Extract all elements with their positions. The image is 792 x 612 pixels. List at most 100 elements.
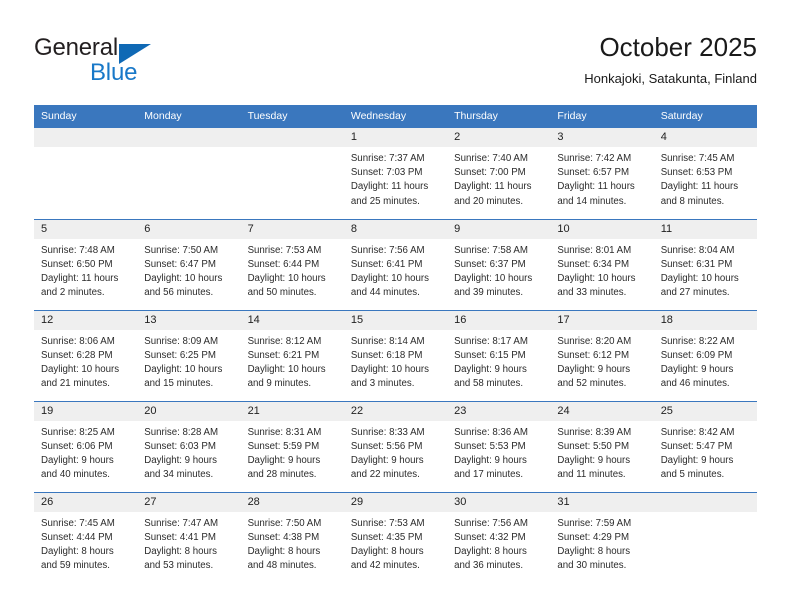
daylight-line-2: and 58 minutes. bbox=[454, 378, 524, 390]
daylight-line-1: Daylight: 11 hours bbox=[41, 272, 119, 284]
sunrise-line: Sunrise: 7:48 AM bbox=[41, 244, 115, 256]
weekday-header-tuesday: Tuesday bbox=[240, 105, 344, 128]
calendar-day-cell[interactable]: 21 Sunrise: 8:31 AM Sunset: 5:59 PM Dayligh… bbox=[240, 400, 344, 492]
calendar-day-cell[interactable]: 1 Sunrise: 7:37 AM Sunset: 7:03 PM Daylight… bbox=[343, 128, 448, 219]
calendar-day-cell[interactable]: 6 Sunrise: 7:50 AM Sunset: 6:47 PM Daylight… bbox=[137, 218, 241, 310]
day-details: Sunrise: 7:48 AM Sunset: 6:50 PM Daylight:… bbox=[34, 239, 137, 301]
calendar-day-cell[interactable]: 14 Sunrise: 8:12 AM Sunset: 6:21 PM Dayligh… bbox=[240, 309, 344, 401]
daylight-line-2: and 44 minutes. bbox=[350, 287, 420, 299]
daylight-line-1: Daylight: 9 hours bbox=[454, 363, 527, 375]
day-cell-inner: 7 Sunrise: 7:53 AM Sunset: 6:44 PM Daylight… bbox=[240, 219, 344, 310]
day-number: 3 bbox=[550, 128, 654, 147]
calendar-day-cell[interactable]: 5 Sunrise: 7:48 AM Sunset: 6:50 PM Daylight… bbox=[34, 218, 138, 310]
general-blue-logo[interactable]: General Blue bbox=[34, 34, 234, 86]
calendar-day-cell[interactable]: 7 Sunrise: 7:53 AM Sunset: 6:44 PM Daylight… bbox=[240, 218, 344, 310]
day-cell-inner: 25 Sunrise: 8:42 AM Sunset: 5:47 PM Dayligh… bbox=[653, 401, 757, 492]
day-number bbox=[137, 128, 241, 147]
sunrise-line: Sunrise: 7:37 AM bbox=[350, 153, 425, 164]
day-cell-inner: 18 Sunrise: 8:22 AM Sunset: 6:09 PM Dayligh… bbox=[653, 310, 757, 401]
day-cell-inner: 11 Sunrise: 8:04 AM Sunset: 6:31 PM Dayligh… bbox=[653, 219, 757, 310]
day-number: 26 bbox=[34, 492, 138, 512]
calendar-day-cell[interactable]: 9 Sunrise: 7:58 AM Sunset: 6:37 PM Daylight… bbox=[447, 218, 551, 310]
calendar-day-cell[interactable]: 27 Sunrise: 7:47 AM Sunset: 4:41 PM Dayligh… bbox=[137, 491, 241, 583]
calendar-day-cell[interactable]: 24 Sunrise: 8:39 AM Sunset: 5:50 PM Dayligh… bbox=[550, 400, 654, 492]
daylight-line-1: Daylight: 8 hours bbox=[557, 545, 631, 557]
calendar-day-cell[interactable]: 29 Sunrise: 7:53 AM Sunset: 4:35 PM Dayligh… bbox=[343, 491, 448, 584]
calendar-day-cell[interactable]: 22 Sunrise: 8:33 AM Sunset: 5:56 PM Dayligh… bbox=[343, 400, 448, 492]
day-number: 4 bbox=[653, 128, 757, 147]
day-details: Sunrise: 8:20 AM Sunset: 6:12 PM Daylight:… bbox=[550, 330, 653, 392]
calendar-day-cell[interactable]: 31 Sunrise: 7:59 AM Sunset: 4:29 PM Dayligh… bbox=[550, 491, 654, 583]
calendar-day-cell[interactable]: 10 Sunrise: 8:01 AM Sunset: 6:34 PM Dayligh… bbox=[550, 218, 654, 310]
day-details: Sunrise: 7:45 AM Sunset: 6:53 PM Daylight:… bbox=[654, 147, 757, 209]
daylight-line-2: and 59 minutes. bbox=[41, 560, 110, 572]
day-number: 23 bbox=[447, 401, 551, 421]
sunrise-line: Sunrise: 7:56 AM bbox=[454, 517, 528, 529]
day-number bbox=[34, 128, 138, 147]
sunrise-line: Sunrise: 7:45 AM bbox=[660, 153, 735, 164]
calendar-day-cell[interactable]: 28 Sunrise: 7:50 AM Sunset: 4:38 PM Dayligh… bbox=[240, 491, 344, 583]
calendar-day-cell[interactable]: 26 Sunrise: 7:45 AM Sunset: 4:44 PM Dayligh… bbox=[34, 491, 138, 584]
sunrise-line: Sunrise: 8:20 AM bbox=[557, 335, 632, 347]
day-cell-inner: 13 Sunrise: 8:09 AM Sunset: 6:25 PM Dayligh… bbox=[137, 310, 241, 401]
calendar-day-cell[interactable]: 17 Sunrise: 8:20 AM Sunset: 6:12 PM Dayligh… bbox=[550, 309, 654, 401]
day-number bbox=[653, 492, 757, 512]
calendar-day-cell[interactable]: 12 Sunrise: 8:06 AM Sunset: 6:28 PM Dayligh… bbox=[34, 309, 138, 401]
calendar-day-cell[interactable]: 8 Sunrise: 7:56 AM Sunset: 6:41 PM Daylight… bbox=[343, 218, 448, 310]
sunrise-line: Sunrise: 8:25 AM bbox=[41, 426, 115, 438]
daylight-line-1: Daylight: 9 hours bbox=[247, 454, 321, 466]
calendar-day-cell[interactable]: 30 Sunrise: 7:56 AM Sunset: 4:32 PM Dayligh… bbox=[447, 491, 551, 583]
day-details: Sunrise: 8:09 AM Sunset: 6:25 PM Daylight:… bbox=[137, 330, 240, 392]
day-cell-inner bbox=[240, 128, 344, 219]
daylight-line-1: Daylight: 8 hours bbox=[454, 545, 527, 557]
daylight-line-2: and 34 minutes. bbox=[144, 469, 214, 481]
daylight-line-2: and 33 minutes. bbox=[557, 287, 627, 299]
calendar-week-row: 12 Sunrise: 8:06 AM Sunset: 6:28 PM Dayligh… bbox=[34, 309, 757, 401]
day-details: Sunrise: 8:14 AM Sunset: 6:18 PM Daylight:… bbox=[344, 330, 447, 392]
calendar-day-cell[interactable]: 13 Sunrise: 8:09 AM Sunset: 6:25 PM Dayligh… bbox=[137, 309, 241, 401]
title-block: October 2025 Honkajoki, Satakunta, Finla… bbox=[584, 32, 757, 87]
calendar-day-cell[interactable]: 2 Sunrise: 7:40 AM Sunset: 7:00 PM Daylight… bbox=[447, 128, 551, 219]
day-cell-inner bbox=[34, 128, 138, 219]
day-cell-inner: 29 Sunrise: 7:53 AM Sunset: 4:35 PM Dayligh… bbox=[343, 492, 448, 584]
calendar-day-cell[interactable]: 15 Sunrise: 8:14 AM Sunset: 6:18 PM Dayligh… bbox=[343, 309, 448, 401]
sunrise-line: Sunrise: 7:47 AM bbox=[144, 517, 219, 529]
daylight-line-2: and 15 minutes. bbox=[144, 378, 214, 390]
calendar-day-cell[interactable]: 3 Sunrise: 7:42 AM Sunset: 6:57 PM Daylight… bbox=[550, 128, 654, 219]
day-details: Sunrise: 8:42 AM Sunset: 5:47 PM Daylight:… bbox=[654, 421, 757, 483]
calendar-day-cell[interactable]: 25 Sunrise: 8:42 AM Sunset: 5:47 PM Dayligh… bbox=[653, 400, 757, 492]
sunrise-line: Sunrise: 8:36 AM bbox=[454, 426, 528, 438]
sunset-line: Sunset: 6:47 PM bbox=[144, 258, 216, 270]
day-number: 28 bbox=[240, 492, 344, 512]
daylight-line-2: and 11 minutes. bbox=[557, 469, 626, 481]
calendar-day-cell[interactable]: 23 Sunrise: 8:36 AM Sunset: 5:53 PM Dayligh… bbox=[447, 400, 551, 492]
day-details: Sunrise: 7:58 AM Sunset: 6:37 PM Daylight:… bbox=[447, 239, 550, 301]
sunset-line: Sunset: 6:53 PM bbox=[660, 167, 733, 179]
calendar-day-cell[interactable]: 16 Sunrise: 8:17 AM Sunset: 6:15 PM Dayligh… bbox=[447, 309, 551, 401]
daylight-line-1: Daylight: 9 hours bbox=[660, 454, 734, 466]
sunrise-line: Sunrise: 8:22 AM bbox=[660, 335, 735, 347]
daylight-line-1: Daylight: 10 hours bbox=[350, 363, 429, 375]
calendar-day-cell[interactable]: 20 Sunrise: 8:28 AM Sunset: 6:03 PM Dayligh… bbox=[137, 400, 241, 492]
day-number: 13 bbox=[137, 310, 241, 330]
day-cell-inner bbox=[137, 128, 241, 219]
logo-text-general: General bbox=[34, 34, 118, 61]
sunrise-line: Sunrise: 7:53 AM bbox=[350, 517, 425, 529]
day-number: 20 bbox=[137, 401, 241, 421]
day-cell-inner: 4 Sunrise: 7:45 AM Sunset: 6:53 PM Daylight… bbox=[653, 128, 757, 219]
day-number bbox=[240, 128, 344, 147]
calendar-day-cell[interactable]: 19 Sunrise: 8:25 AM Sunset: 6:06 PM Dayligh… bbox=[34, 400, 138, 492]
calendar-day-cell[interactable]: 18 Sunrise: 8:22 AM Sunset: 6:09 PM Dayligh… bbox=[653, 309, 757, 401]
sunrise-line: Sunrise: 8:17 AM bbox=[454, 335, 528, 347]
day-cell-inner bbox=[653, 492, 757, 584]
calendar-day-cell[interactable]: 11 Sunrise: 8:04 AM Sunset: 6:31 PM Dayligh… bbox=[653, 218, 757, 310]
calendar-day-cell[interactable]: 4 Sunrise: 7:45 AM Sunset: 6:53 PM Daylight… bbox=[653, 128, 757, 219]
day-number: 27 bbox=[137, 492, 241, 512]
daylight-line-2: and 46 minutes. bbox=[660, 378, 730, 390]
daylight-line-2: and 5 minutes. bbox=[660, 469, 725, 481]
sunrise-sunset-calendar: Sunday Monday Tuesday Wednesday Thursday Frid… bbox=[34, 105, 757, 583]
day-cell-inner: 26 Sunrise: 7:45 AM Sunset: 4:44 PM Dayligh… bbox=[34, 492, 138, 584]
daylight-line-2: and 27 minutes. bbox=[660, 287, 730, 299]
weekday-header-thursday: Thursday bbox=[447, 105, 551, 128]
sunset-line: Sunset: 6:15 PM bbox=[454, 349, 526, 361]
